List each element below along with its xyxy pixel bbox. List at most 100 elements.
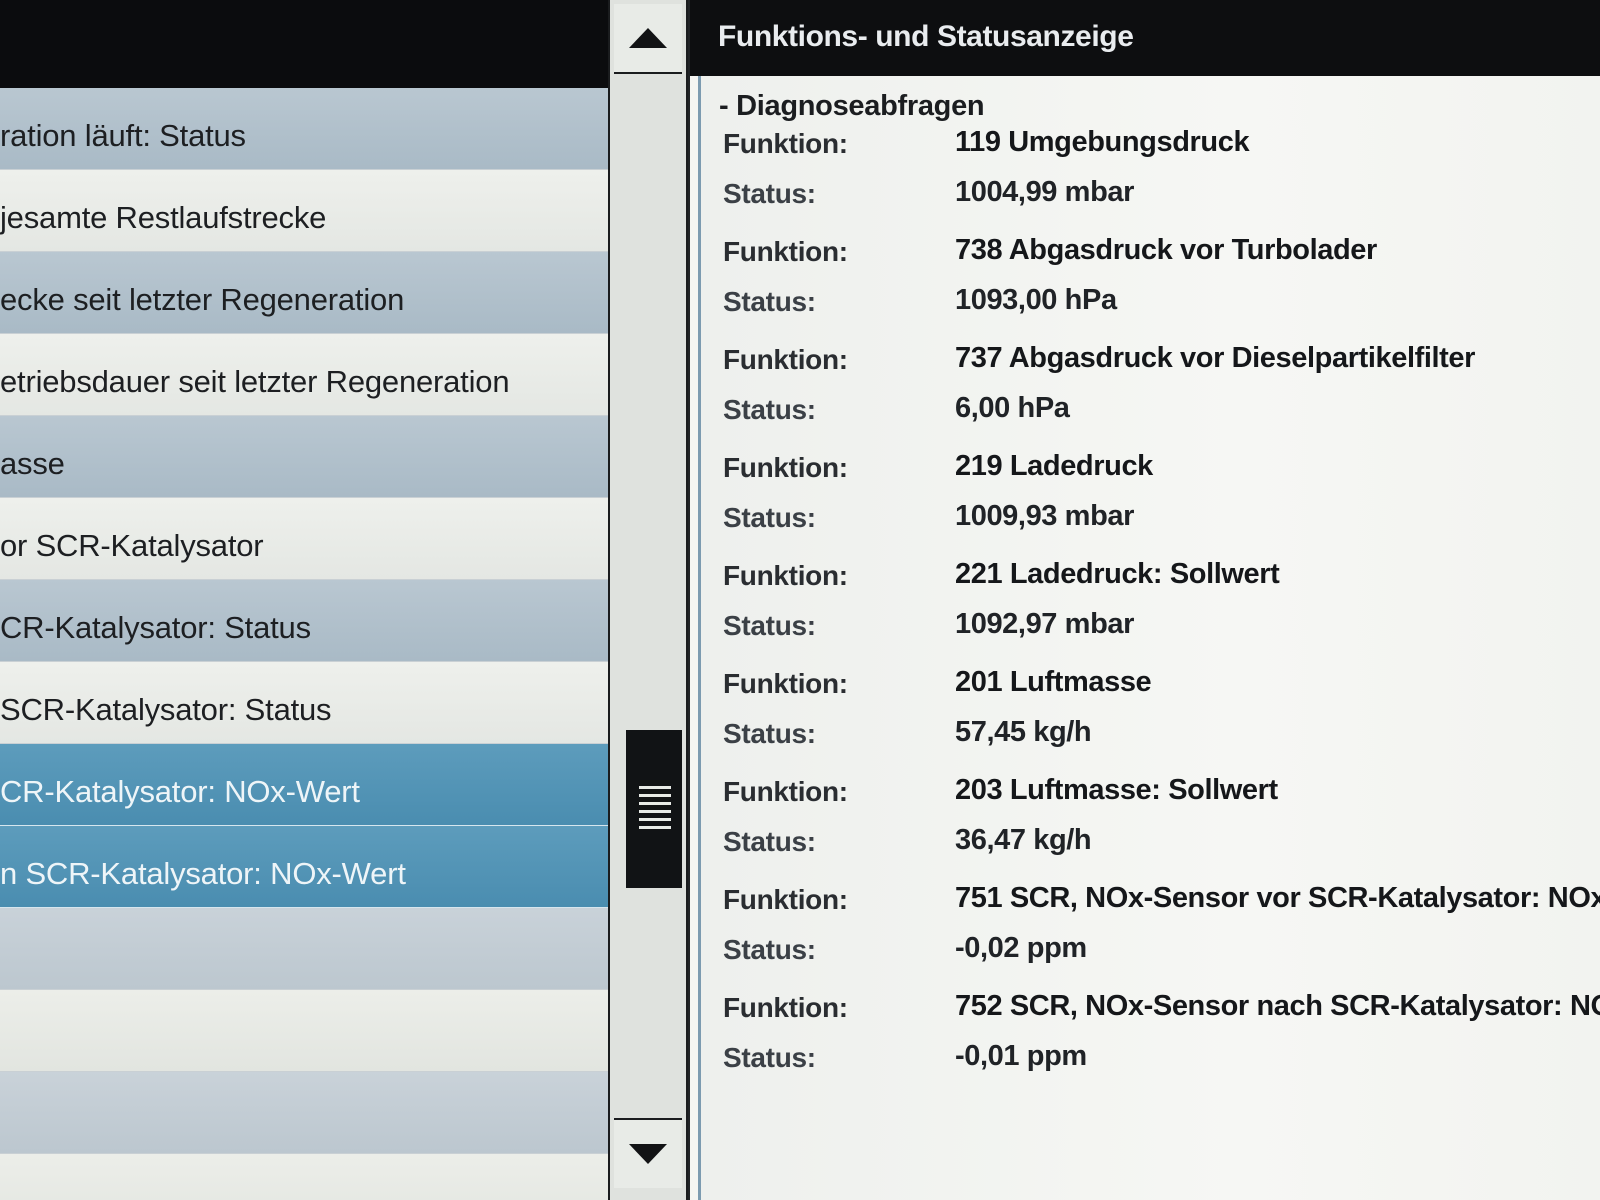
list-item[interactable]: etriebsdauer seit letzter Regeneration	[0, 334, 610, 416]
measurement-list: ration läuft: Status jesamte Restlaufstr…	[0, 88, 610, 1200]
list-item[interactable]: asse	[0, 416, 610, 498]
function-label: Funktion:	[723, 992, 848, 1023]
list-item-empty[interactable]	[0, 908, 610, 990]
list-scrollbar[interactable]	[608, 0, 688, 1200]
status-value: 57,45 kg/h	[955, 716, 1092, 748]
function-row: Funktion: 119 Umgebungsdruck	[723, 120, 1600, 166]
status-row: Status: 6,00 hPa	[723, 386, 1600, 432]
list-item-label: jesamte Restlaufstrecke	[0, 200, 327, 235]
status-value: -0,02 ppm	[955, 932, 1087, 964]
list-item-label: SCR-Katalysator: Status	[0, 692, 332, 727]
status-label: Status:	[723, 934, 816, 965]
list-item[interactable]: CR-Katalysator: Status	[0, 580, 610, 662]
function-label: Funktion:	[723, 668, 848, 699]
panel-body: - Diagnoseabfragen Funktion: 119 Umgebun…	[698, 76, 1600, 1200]
list-item[interactable]: ecke seit letzter Regeneration	[0, 252, 610, 334]
list-item-label: etriebsdauer seit letzter Regeneration	[0, 364, 510, 399]
status-row: Status: -0,01 ppm	[723, 1034, 1600, 1080]
status-label: Status:	[723, 826, 816, 857]
status-value: 6,00 hPa	[955, 392, 1070, 424]
status-label: Status:	[723, 502, 816, 533]
diagnostic-entry: Funktion: 221 Ladedruck: Sollwert Status…	[723, 552, 1600, 660]
panel-title: Funktions- und Statusanzeige	[718, 20, 1134, 53]
list-item-selected[interactable]: CR-Katalysator: NOx-Wert	[0, 744, 610, 826]
status-label: Status:	[723, 1042, 816, 1073]
section-heading[interactable]: - Diagnoseabfragen	[719, 90, 985, 123]
diagnostic-entry: Funktion: 119 Umgebungsdruck Status: 100…	[723, 120, 1600, 228]
list-item[interactable]: SCR-Katalysator: Status	[0, 662, 610, 744]
diagnostic-screen: ration läuft: Status jesamte Restlaufstr…	[0, 0, 1600, 1200]
function-label: Funktion:	[723, 452, 848, 483]
scroll-down-button[interactable]	[614, 1118, 682, 1188]
function-value: 201 Luftmasse	[955, 666, 1152, 698]
function-label: Funktion:	[723, 884, 848, 915]
function-row: Funktion: 219 Ladedruck	[723, 444, 1600, 490]
diagnostic-entry: Funktion: 752 SCR, NOx-Sensor nach SCR-K…	[723, 984, 1600, 1092]
diagnostic-entry: Funktion: 203 Luftmasse: Sollwert Status…	[723, 768, 1600, 876]
scroll-up-button[interactable]	[614, 4, 682, 74]
list-item-empty[interactable]	[0, 1072, 610, 1154]
function-row: Funktion: 203 Luftmasse: Sollwert	[723, 768, 1600, 814]
function-value: 219 Ladedruck	[955, 450, 1153, 482]
status-label: Status:	[723, 394, 816, 425]
status-row: Status: 1092,97 mbar	[723, 602, 1600, 648]
function-value: 751 SCR, NOx-Sensor vor SCR-Katalysator:…	[955, 882, 1600, 914]
status-row: Status: 36,47 kg/h	[723, 818, 1600, 864]
status-value: 1004,99 mbar	[955, 176, 1134, 208]
status-label: Status:	[723, 286, 816, 317]
status-label: Status:	[723, 610, 816, 641]
diagnostic-entries: Funktion: 119 Umgebungsdruck Status: 100…	[723, 120, 1600, 1092]
function-label: Funktion:	[723, 560, 848, 591]
diagnostic-entry: Funktion: 738 Abgasdruck vor Turbolader …	[723, 228, 1600, 336]
status-row: Status: 57,45 kg/h	[723, 710, 1600, 756]
status-display-panel: Funktions- und Statusanzeige - Diagnosea…	[690, 0, 1600, 1200]
function-value: 221 Ladedruck: Sollwert	[955, 558, 1280, 590]
list-item-label: ecke seit letzter Regeneration	[0, 282, 405, 317]
diagnostic-entry: Funktion: 219 Ladedruck Status: 1009,93 …	[723, 444, 1600, 552]
function-row: Funktion: 201 Luftmasse	[723, 660, 1600, 706]
diagnostic-entry: Funktion: 751 SCR, NOx-Sensor vor SCR-Ka…	[723, 876, 1600, 984]
function-value: 119 Umgebungsdruck	[955, 126, 1250, 158]
diagnostic-entry: Funktion: 201 Luftmasse Status: 57,45 kg…	[723, 660, 1600, 768]
list-item-label: ration läuft: Status	[0, 118, 246, 153]
function-label: Funktion:	[723, 128, 848, 159]
status-row: Status: 1004,99 mbar	[723, 170, 1600, 216]
function-row: Funktion: 738 Abgasdruck vor Turbolader	[723, 228, 1600, 274]
status-value: 1092,97 mbar	[955, 608, 1134, 640]
function-label: Funktion:	[723, 236, 848, 267]
function-row: Funktion: 221 Ladedruck: Sollwert	[723, 552, 1600, 598]
list-item-label: n SCR-Katalysator: NOx-Wert	[0, 856, 406, 891]
status-value: 1009,93 mbar	[955, 500, 1134, 532]
list-item[interactable]: jesamte Restlaufstrecke	[0, 170, 610, 252]
list-item-label: CR-Katalysator: NOx-Wert	[0, 774, 360, 809]
triangle-up-icon	[629, 28, 667, 48]
status-label: Status:	[723, 718, 816, 749]
status-value: -0,01 ppm	[955, 1040, 1087, 1072]
status-value: 1093,00 hPa	[955, 284, 1117, 316]
status-label: Status:	[723, 178, 816, 209]
list-item-empty[interactable]	[0, 990, 610, 1072]
measurement-list-panel: ration läuft: Status jesamte Restlaufstr…	[0, 0, 610, 1200]
function-row: Funktion: 752 SCR, NOx-Sensor nach SCR-K…	[723, 984, 1600, 1030]
list-item[interactable]: or SCR-Katalysator	[0, 498, 610, 580]
status-row: Status: 1093,00 hPa	[723, 278, 1600, 324]
function-value: 738 Abgasdruck vor Turbolader	[955, 234, 1377, 266]
list-item-label: asse	[0, 446, 65, 481]
function-value: 752 SCR, NOx-Sensor nach SCR-Katalysator…	[955, 990, 1600, 1022]
list-item-label: or SCR-Katalysator	[0, 528, 264, 563]
status-row: Status: 1009,93 mbar	[723, 494, 1600, 540]
function-row: Funktion: 737 Abgasdruck vor Dieselparti…	[723, 336, 1600, 382]
list-item[interactable]: ration läuft: Status	[0, 88, 610, 170]
function-row: Funktion: 751 SCR, NOx-Sensor vor SCR-Ka…	[723, 876, 1600, 922]
function-label: Funktion:	[723, 344, 848, 375]
scroll-thumb[interactable]	[626, 730, 682, 888]
status-row: Status: -0,02 ppm	[723, 926, 1600, 972]
function-value: 203 Luftmasse: Sollwert	[955, 774, 1278, 806]
list-item-selected[interactable]: n SCR-Katalysator: NOx-Wert	[0, 826, 610, 908]
list-item-empty[interactable]	[0, 1154, 610, 1200]
diagnostic-entry: Funktion: 737 Abgasdruck vor Dieselparti…	[723, 336, 1600, 444]
panel-header: Funktions- und Statusanzeige	[690, 0, 1600, 76]
list-header	[0, 0, 610, 88]
list-item-label: CR-Katalysator: Status	[0, 610, 311, 645]
function-label: Funktion:	[723, 776, 848, 807]
